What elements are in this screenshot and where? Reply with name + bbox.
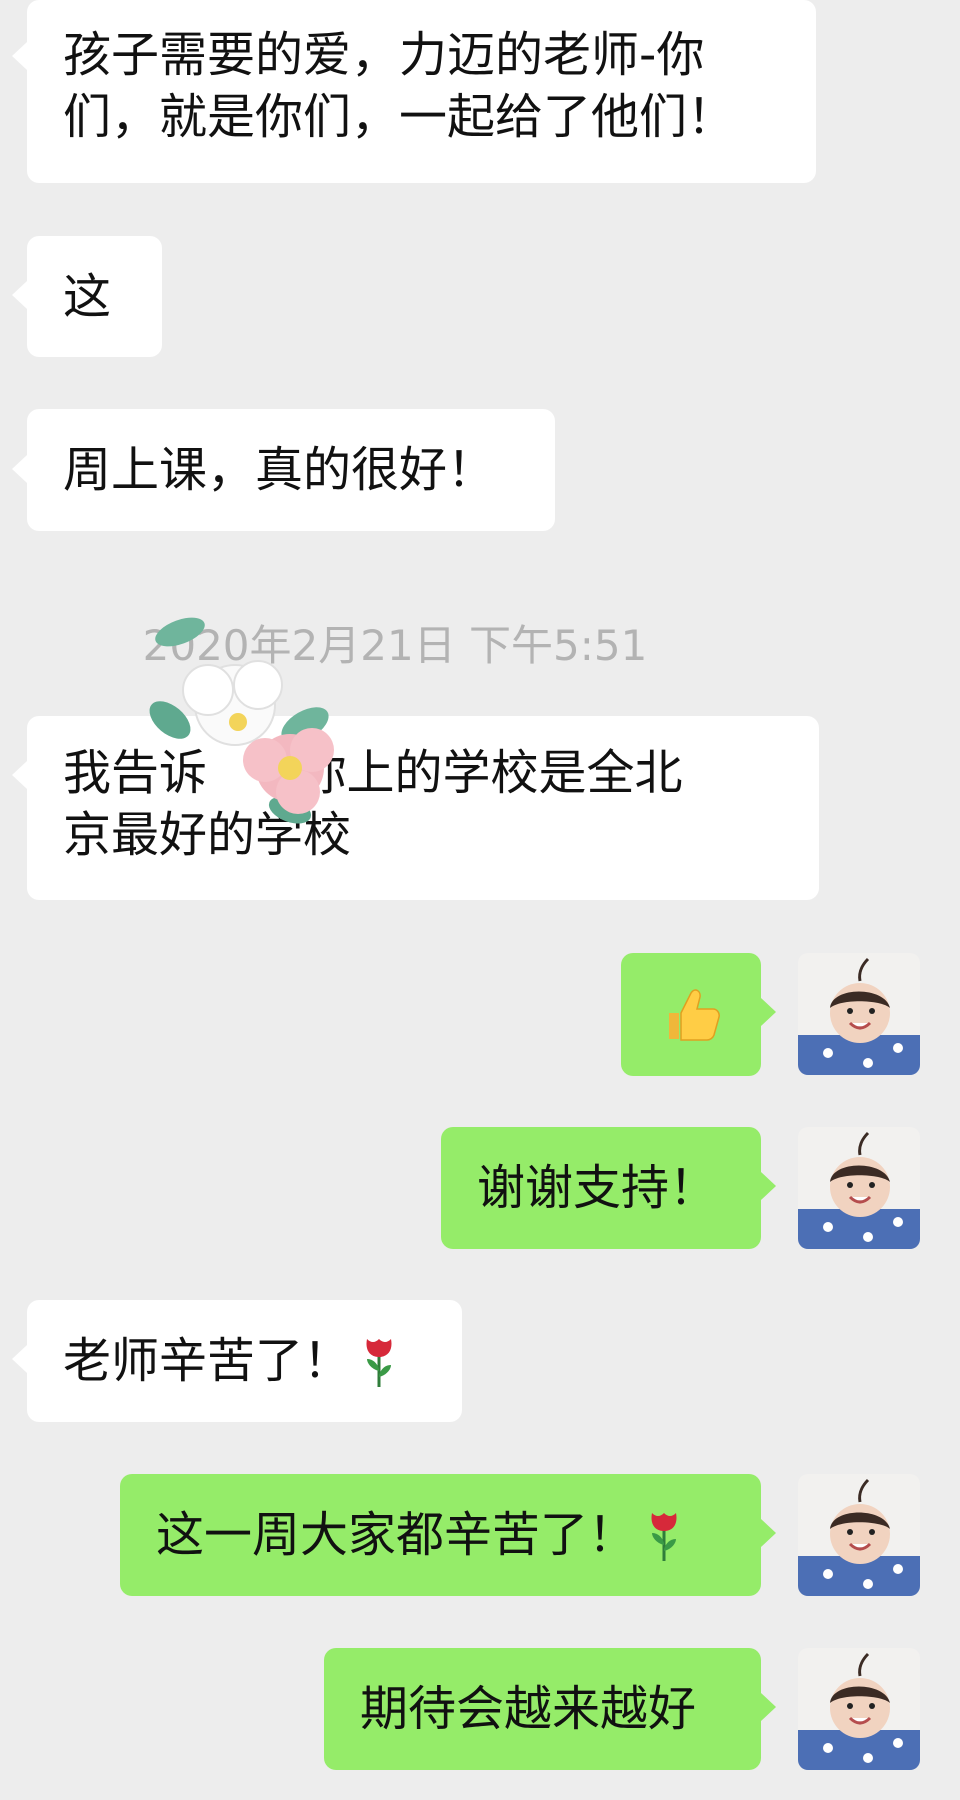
message-bubble-outgoing[interactable] [621,953,761,1076]
message-text: 这 [63,268,112,325]
message-text: 我告诉 你上的学校是全北 [63,745,683,801]
avatar[interactable] [798,1648,920,1770]
rose-icon [651,1513,677,1561]
thumbs-up-icon [669,988,720,1041]
avatar[interactable] [798,1127,920,1249]
bubble-tail [12,455,27,483]
message-bubble-incoming[interactable]: 孩子需要的爱，力迈的老师-你 们，就是你们，一起给了他们！ [27,0,816,183]
bubble-tail [12,42,27,70]
message-bubble-incoming[interactable]: 这 [27,236,162,357]
avatar[interactable] [798,1474,920,1596]
rose-icon [366,1339,392,1387]
message-text: 期待会越来越好 [360,1681,697,1737]
message-bubble-outgoing[interactable]: 期待会越来越好 [324,1648,761,1770]
message-bubble-outgoing[interactable]: 这一周大家都辛苦了！ [120,1474,761,1596]
message-bubble-incoming[interactable]: 老师辛苦了！ [27,1300,462,1422]
message-bubble-incoming[interactable]: 我告诉 你上的学校是全北 京最好的学校 [27,716,819,900]
message-text: 这一周大家都辛苦了！ [156,1507,637,1563]
bubble-tail [12,281,27,309]
message-text: 们，就是你们，一起给了他们！ [63,89,736,145]
bubble-tail [12,761,27,789]
message-text: 老师辛苦了！ [63,1333,352,1389]
timestamp: 2020年2月21日 下午5:51 [142,621,648,670]
bubble-tail [761,1172,776,1200]
message-text: 京最好的学校 [63,807,352,863]
child-avatar-icon [798,1648,920,1770]
message-text: 孩子需要的爱，力迈的老师-你 [63,27,705,83]
child-avatar-icon [798,1474,920,1596]
message-text: 周上课，真的很好！ [63,442,496,498]
message-bubble-outgoing[interactable]: 谢谢支持！ [441,1127,761,1249]
bubble-tail [761,1519,776,1547]
message-text: 谢谢支持！ [477,1160,718,1216]
child-avatar-icon [798,1127,920,1249]
bubble-tail [761,1693,776,1721]
child-avatar-icon [798,953,920,1075]
avatar[interactable] [798,953,920,1075]
bubble-tail [761,998,776,1026]
message-bubble-incoming[interactable]: 周上课，真的很好！ [27,409,555,531]
bubble-tail [12,1345,27,1373]
